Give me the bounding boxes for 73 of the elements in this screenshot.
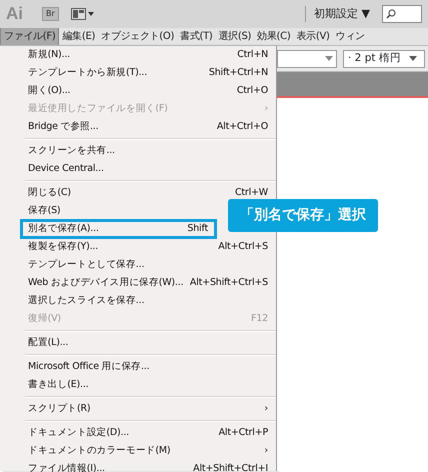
- menu-item[interactable]: ファイル(F): [0, 28, 60, 45]
- menu-item[interactable]: 効果(C): [254, 28, 294, 45]
- menu-item[interactable]: 表示(V): [293, 28, 333, 45]
- menu-label: Web およびデバイス用に保存(W)...: [28, 276, 184, 290]
- menu-label: 書き出し(E)...: [28, 378, 88, 392]
- menu-label: 別名で保存(A)...: [28, 222, 99, 236]
- shortcut-text: Ctrl+O: [236, 84, 268, 98]
- menu-entry[interactable]: 新規(N)... Ctrl+N: [25, 46, 276, 64]
- menu-label: 複製を保存(Y)...: [28, 240, 98, 254]
- menu-label: スクリーンを共有...: [28, 144, 115, 158]
- menu-entry[interactable]: Device Central...: [25, 160, 276, 178]
- menu-entry[interactable]: 開く(O)... Ctrl+O: [25, 82, 276, 100]
- brush-label: · 2 pt 楕円: [348, 50, 401, 66]
- menu-entry[interactable]: 複製を保存(Y)... Alt+Ctrl+S: [25, 238, 276, 256]
- shortcut-text: Shift+Ctrl+N: [208, 66, 268, 80]
- menu-entry[interactable]: ファイル情報(I)... Alt+Shift+Ctrl+I: [25, 460, 276, 472]
- brush-dropdown[interactable]: · 2 pt 楕円: [343, 50, 425, 68]
- menu-item[interactable]: 編集(E): [59, 28, 98, 45]
- menu-entry[interactable]: Bridge で参照... Alt+Ctrl+O: [25, 118, 276, 136]
- menu-label: 配置(L)...: [28, 336, 68, 350]
- menu-label: テンプレートから新規(T)...: [28, 66, 148, 80]
- menu-item[interactable]: 書式(T): [177, 28, 216, 45]
- menu-entry[interactable]: 別名で保存(A)... Shift: [21, 220, 216, 238]
- menu-entry[interactable]: テンプレートとして保存...: [25, 256, 276, 274]
- shortcut-text: Ctrl+W: [234, 186, 268, 200]
- menu-label: スクリプト(R): [28, 402, 90, 416]
- caret-icon: [325, 56, 333, 62]
- menu-label: ファイル情報(I)...: [28, 462, 105, 472]
- menu-entry[interactable]: ドキュメント設定(D)... Alt+Ctrl+P: [25, 424, 276, 442]
- layout-icon[interactable]: [70, 8, 95, 20]
- menu-label: 新規(N)...: [28, 48, 70, 62]
- menu-label: ドキュメントのカラーモード(M): [28, 444, 170, 458]
- menu-entry[interactable]: 配置(L)...: [25, 334, 276, 352]
- menu-label: Device Central...: [28, 162, 104, 176]
- menu-entry[interactable]: 閉じる(C) Ctrl+W: [25, 184, 276, 202]
- submenu-arrow: ›: [264, 402, 268, 416]
- menu-label: Microsoft Office 用に保存...: [28, 360, 150, 374]
- search-icon: [386, 9, 396, 19]
- shortcut-text: Alt+Shift+Ctrl+S: [190, 276, 268, 290]
- shortcut-text: Alt+Ctrl+P: [218, 426, 268, 440]
- menu-entry[interactable]: テンプレートから新規(T)... Shift+Ctrl+N: [25, 64, 276, 82]
- menu-label: 復帰(V): [28, 312, 61, 326]
- app-logo: Ai: [6, 3, 24, 26]
- menu-entry[interactable]: スクリプト(R) ›: [25, 400, 276, 418]
- dropdown-field[interactable]: [277, 50, 337, 68]
- workspace-dropdown[interactable]: 初期設定 ▼: [305, 6, 370, 22]
- search-field[interactable]: [382, 5, 422, 23]
- shortcut-text: Shift: [187, 222, 208, 236]
- submenu-arrow: ›: [264, 444, 268, 458]
- menu-label: 閉じる(C): [28, 186, 71, 200]
- menu-entry[interactable]: スクリーンを共有...: [25, 142, 276, 160]
- menu-item[interactable]: ウィン: [332, 28, 368, 45]
- menu-entry[interactable]: Microsoft Office 用に保存...: [25, 358, 276, 376]
- menu-label: ドキュメント設定(D)...: [28, 426, 129, 440]
- shortcut-text: Alt+Ctrl+S: [218, 240, 268, 254]
- submenu-arrow: ›: [264, 102, 268, 116]
- menu-entry[interactable]: Web およびデバイス用に保存(W)... Alt+Shift+Ctrl+S: [25, 274, 276, 292]
- shortcut-text: F12: [251, 312, 268, 326]
- menu-entry[interactable]: 選択したスライスを保存...: [25, 292, 276, 310]
- callout-tooltip: 「別名で保存」選択: [228, 199, 378, 232]
- menu-item[interactable]: オブジェクト(O): [98, 28, 178, 45]
- bridge-button[interactable]: Br: [42, 7, 59, 21]
- menu-entry[interactable]: ドキュメントのカラーモード(M) ›: [25, 442, 276, 460]
- shortcut-text: Alt+Shift+Ctrl+I: [193, 462, 268, 472]
- menu-label: テンプレートとして保存...: [28, 258, 144, 272]
- menu-label: 開く(O)...: [28, 84, 70, 98]
- menu-label: 選択したスライスを保存...: [28, 294, 144, 308]
- menu-label: 最近使用したファイルを開く(F): [28, 102, 168, 116]
- shortcut-text: Alt+Ctrl+O: [216, 120, 268, 134]
- menu-entry[interactable]: 書き出し(E)...: [25, 376, 276, 394]
- menu-item[interactable]: 選択(S): [216, 28, 254, 45]
- shortcut-text: Ctrl+N: [237, 48, 268, 62]
- menu-label: Bridge で参照...: [28, 120, 98, 134]
